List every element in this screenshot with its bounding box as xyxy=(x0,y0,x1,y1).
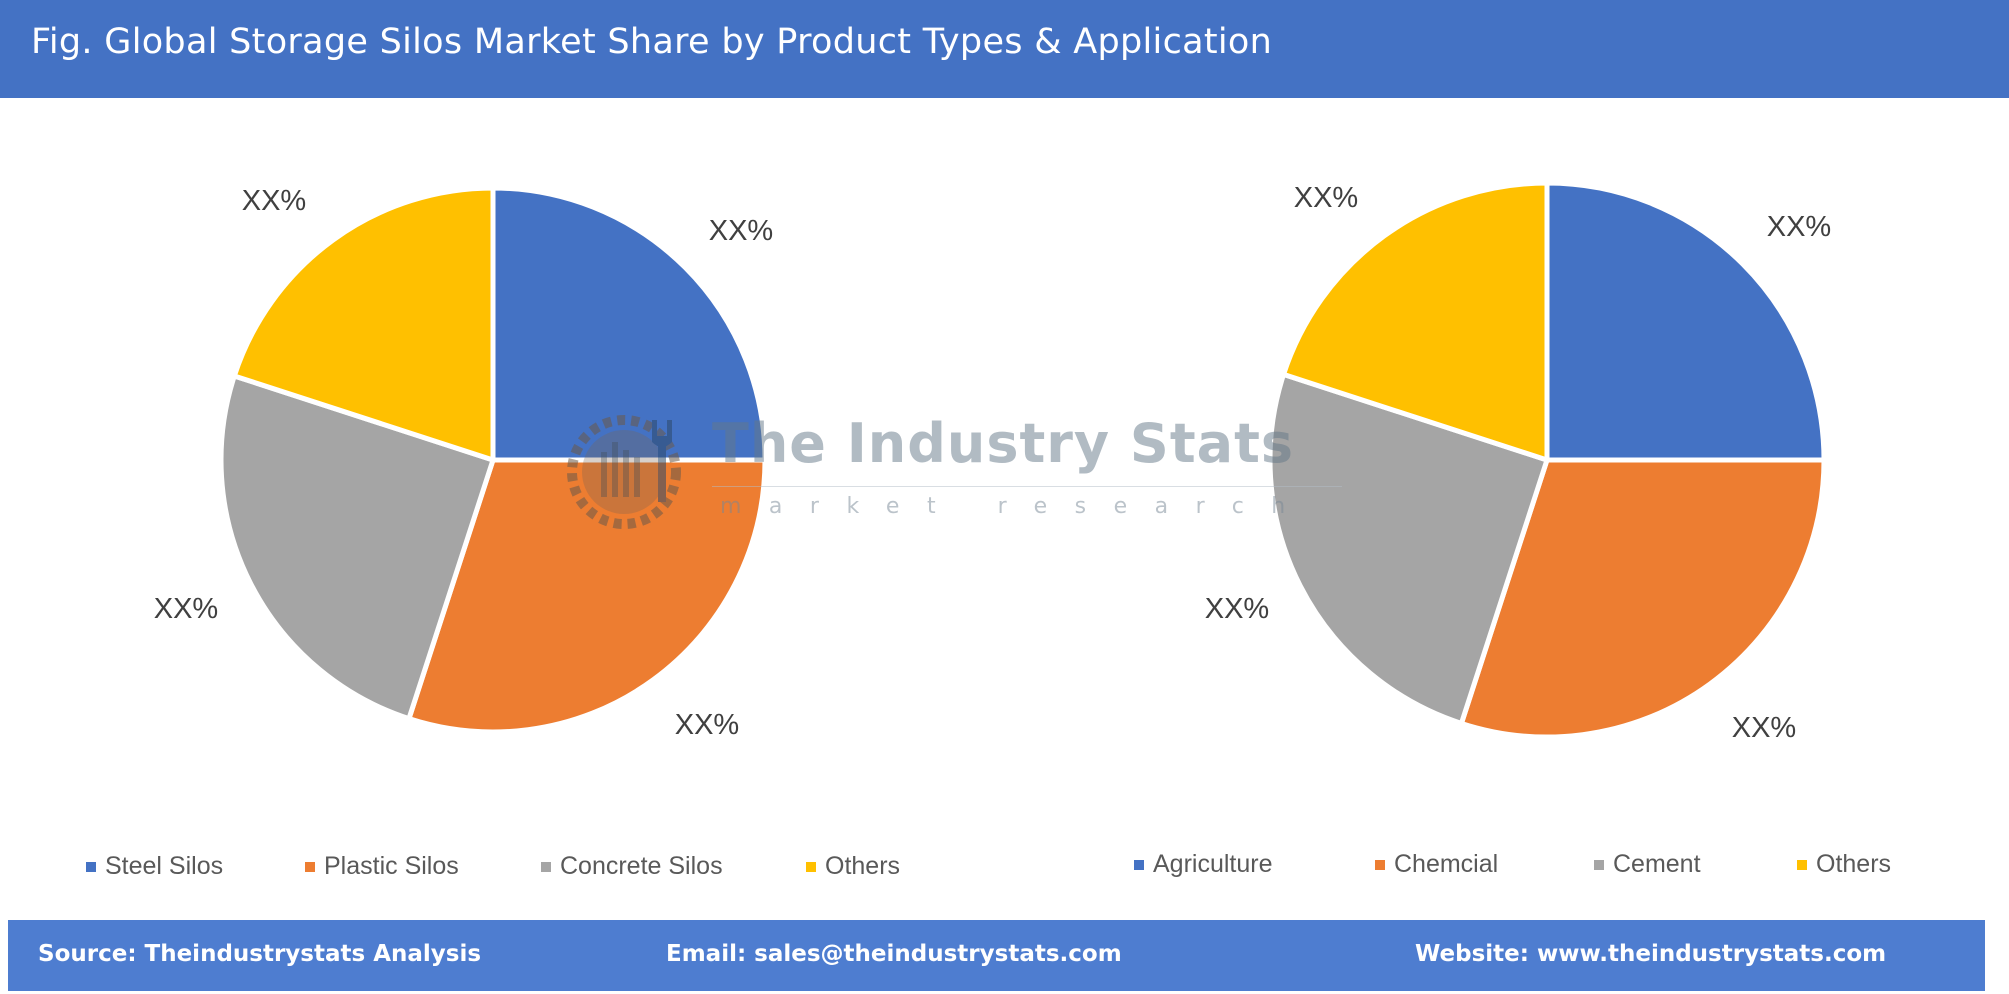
legend-swatch xyxy=(1375,859,1385,870)
legend-label: Others xyxy=(1816,850,1892,878)
footer-bar: Source: Theindustrystats Analysis Email:… xyxy=(8,920,1985,991)
data-label: XX% xyxy=(1732,712,1796,744)
legend-item: Cement xyxy=(1594,850,1701,879)
legend-label: Chemcial xyxy=(1394,850,1499,878)
footer-source: Source: Theindustrystats Analysis xyxy=(38,941,482,967)
data-label: XX% xyxy=(1205,593,1269,625)
footer-website[interactable]: Website: www.theindustrystats.com xyxy=(1415,941,1886,967)
legend-item: Others xyxy=(1797,850,1891,879)
legend-label: Cement xyxy=(1613,850,1701,878)
data-label: XX% xyxy=(242,185,306,217)
pie-chart-application: XX% XX% XX% XX% xyxy=(1205,180,1831,744)
data-label: XX% xyxy=(675,709,739,741)
legend-item: Agriculture xyxy=(1134,850,1273,879)
legend-swatch xyxy=(1134,859,1144,870)
legend-swatch xyxy=(1797,859,1807,870)
data-label: XX% xyxy=(154,593,218,625)
legend-item: Chemcial xyxy=(1375,850,1498,879)
legend-swatch xyxy=(1594,859,1604,870)
footer-email[interactable]: Email: sales@theindustrystats.com xyxy=(666,941,1122,967)
data-label: XX% xyxy=(709,215,773,247)
data-label: XX% xyxy=(1767,211,1831,243)
pie-chart-product-types: XX% XX% XX% XX% xyxy=(154,185,773,741)
charts-canvas: XX% XX% XX% XX% XX% XX% XX% XX% xyxy=(154,180,1831,744)
data-label: XX% xyxy=(1294,182,1358,214)
legend-label: Agriculture xyxy=(1153,850,1273,878)
legend-application: Agriculture Chemcial Cement Others xyxy=(0,850,2009,884)
